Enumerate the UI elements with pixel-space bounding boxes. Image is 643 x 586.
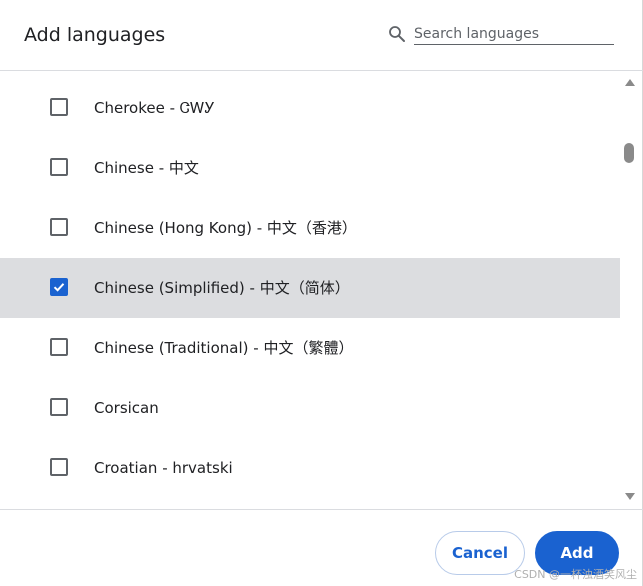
language-label: Corsican: [94, 399, 159, 417]
language-item-chinese-simplified[interactable]: Chinese (Simplified) - 中文（简体）: [0, 258, 620, 318]
checkbox[interactable]: [50, 218, 68, 236]
language-list: Cherokee - ᏣᎳᎩ Chinese - 中文 Chinese (Hon…: [0, 78, 620, 510]
checkbox[interactable]: [50, 158, 68, 176]
language-item-chinese[interactable]: Chinese - 中文: [0, 138, 620, 198]
dialog-footer: Cancel Add CSDN @一杯浊酒笑风尘: [0, 509, 643, 586]
dialog-header: Add languages: [0, 0, 643, 71]
checkbox[interactable]: [50, 398, 68, 416]
language-label: Chinese (Traditional) - 中文（繁體）: [94, 339, 354, 357]
language-item-chinese-hong-kong[interactable]: Chinese (Hong Kong) - 中文（香港）: [0, 198, 620, 258]
language-label: Cherokee - ᏣᎳᎩ: [94, 99, 215, 117]
dialog-title: Add languages: [24, 24, 166, 46]
language-item-chinese-traditional[interactable]: Chinese (Traditional) - 中文（繁體）: [0, 318, 620, 378]
search-icon: [389, 26, 405, 42]
watermark: CSDN @一杯浊酒笑风尘: [514, 568, 637, 581]
search-input[interactable]: [414, 23, 614, 45]
checkmark-icon: [53, 283, 65, 292]
add-languages-dialog: Add languages Cherokee - ᏣᎳᎩ Chinese - 中…: [0, 0, 643, 586]
checkbox[interactable]: [50, 98, 68, 116]
scroll-thumb[interactable]: [624, 143, 634, 163]
cancel-button[interactable]: Cancel: [435, 531, 525, 575]
language-label: Chinese (Hong Kong) - 中文（香港）: [94, 219, 357, 237]
checkbox[interactable]: [50, 338, 68, 356]
language-label: Chinese - 中文: [94, 159, 199, 177]
checkbox-checked[interactable]: [50, 278, 68, 296]
scroll-down-arrow-icon[interactable]: [625, 493, 635, 500]
language-label: Croatian - hrvatski: [94, 459, 233, 477]
checkbox[interactable]: [50, 458, 68, 476]
scrollbar[interactable]: [621, 72, 639, 510]
language-item-cherokee[interactable]: Cherokee - ᏣᎳᎩ: [0, 78, 620, 138]
search-box: [388, 23, 614, 45]
scroll-up-arrow-icon[interactable]: [625, 79, 635, 86]
language-item-corsican[interactable]: Corsican: [0, 378, 620, 438]
language-label: Chinese (Simplified) - 中文（简体）: [94, 279, 350, 297]
language-item-croatian[interactable]: Croatian - hrvatski: [0, 438, 620, 498]
